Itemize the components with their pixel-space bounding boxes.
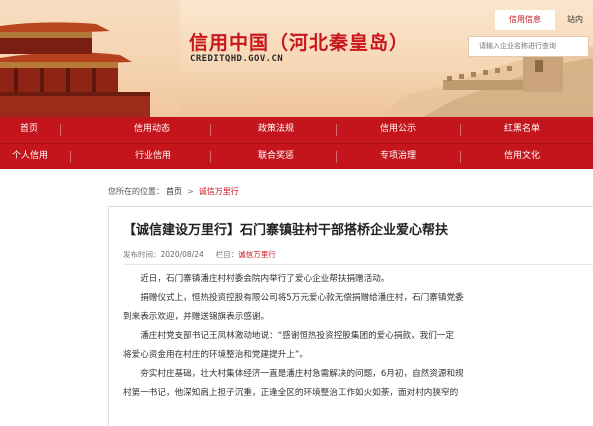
- paragraph-line: 近日，石门寨镇潘庄村村委会院内举行了爱心企业帮扶捐赠活动。: [123, 274, 390, 284]
- nav-item-credit-disclosure[interactable]: 信用公示: [380, 117, 416, 143]
- article-meta: 发布时间：2020/08/24 栏目：诚信万里行: [123, 249, 276, 260]
- nav-item-red-black-list[interactable]: 红黑名单: [504, 117, 540, 143]
- breadcrumb-home-link[interactable]: 首页: [166, 187, 182, 196]
- tab-credit-info[interactable]: 信用信息: [495, 10, 555, 30]
- paragraph-line: 到来表示欢迎，并赠送锦旗表示感谢。: [123, 312, 270, 322]
- tab-site[interactable]: 站内: [567, 10, 583, 30]
- publish-date: 2020/08/24: [160, 250, 204, 259]
- main-nav: 首页 信用动态 政策法规 信用公示 红黑名单 个人信用 行业信用 联合奖惩 专项…: [0, 117, 593, 169]
- paragraph-line: 夯实村庄基础，壮大村集体经济一直是潘庄村急需解决的问题，6月初，自然资源和规: [123, 369, 464, 379]
- nav-item-home[interactable]: 首页: [20, 117, 38, 143]
- column-name[interactable]: 诚信万里行: [238, 250, 276, 259]
- nav-divider: [210, 124, 211, 136]
- nav-row-secondary: 个人信用 行业信用 联合奖惩 专项治理 信用文化: [0, 143, 593, 169]
- breadcrumb-label: 您所在的位置：: [108, 187, 164, 196]
- nav-item-policies[interactable]: 政策法规: [258, 117, 294, 143]
- column-info[interactable]: 栏目：诚信万里行: [216, 250, 276, 259]
- site-domain: CREDITQHD.GOV.CN: [190, 54, 284, 64]
- breadcrumb-current-link[interactable]: 诚信万里行: [199, 187, 239, 196]
- nav-item-joint-rewards[interactable]: 联合奖惩: [258, 144, 294, 170]
- palace-illustration: [0, 0, 180, 117]
- column-label: 栏目：: [215, 250, 239, 259]
- top-tabs: 信用信息 站内: [495, 10, 593, 30]
- nav-item-special-governance[interactable]: 专项治理: [380, 144, 416, 170]
- nav-row-primary: 首页 信用动态 政策法规 信用公示 红黑名单: [0, 117, 593, 143]
- breadcrumb: 您所在的位置： 首页 > 诚信万里行: [108, 186, 239, 197]
- search-input[interactable]: 请输入企业名称进行查询: [468, 36, 589, 57]
- paragraph-line: 捐赠仪式上，恒热投资控股有限公司将5万元爱心款无偿捐赠给潘庄村，石门寨镇党委: [123, 293, 464, 303]
- nav-divider: [460, 151, 461, 163]
- nav-item-personal-credit[interactable]: 个人信用: [12, 144, 48, 170]
- article-title: 【诚信建设万里行】石门寨镇驻村干部搭桥企业爱心帮扶: [123, 223, 449, 238]
- meta-divider: [123, 264, 593, 265]
- paragraph-line: 潘庄村党支部书记王凤林激动地说：“感谢恒热投资控股集团的爱心捐款，我们一定: [123, 331, 455, 341]
- nav-item-industry-credit[interactable]: 行业信用: [135, 144, 171, 170]
- nav-divider: [336, 151, 337, 163]
- nav-divider: [70, 151, 71, 163]
- nav-divider: [60, 124, 61, 136]
- article-body: 近日，石门寨镇潘庄村村委会院内举行了爱心企业帮扶捐赠活动。 捐赠仪式上，恒热投资…: [123, 270, 593, 426]
- nav-item-credit-news[interactable]: 信用动态: [134, 117, 170, 143]
- breadcrumb-separator: >: [187, 187, 194, 196]
- paragraph-line: 村第一书记，他深知肩上担子沉重，正逢全区的环境整治工作如火如荼，面对村内狭窄的: [123, 388, 459, 398]
- nav-item-credit-culture[interactable]: 信用文化: [504, 144, 540, 170]
- nav-divider: [460, 124, 461, 136]
- nav-divider: [210, 151, 211, 163]
- date-label: 发布时间：: [123, 250, 161, 259]
- site-header: 信用中国（河北秦皇岛） CREDITQHD.GOV.CN 信用信息 站内 请输入…: [0, 0, 593, 117]
- nav-divider: [336, 124, 337, 136]
- site-title[interactable]: 信用中国（河北秦皇岛）: [189, 28, 409, 55]
- paragraph-line: 将爱心资金用在村庄的环境整治和党建提升上”。: [123, 350, 308, 360]
